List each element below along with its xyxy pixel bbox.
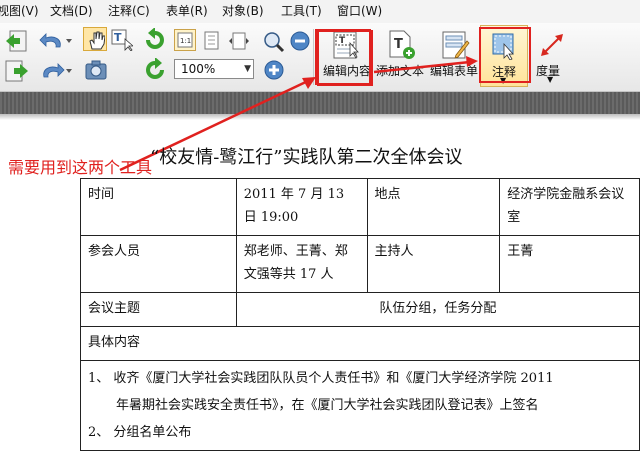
content-line: 2、 分组名单公布: [88, 425, 192, 440]
topic-value: 队伍分组，任务分配: [235, 292, 640, 327]
host-label: 主持人: [366, 235, 501, 293]
content-line: 年暑期社会实践安全责任书》，在《厦门大学社会实践团队登记表》上签名: [116, 398, 539, 413]
table-row: 具体内容: [80, 326, 640, 361]
content-line: 1、 收齐《厦门大学社会实践团队队员个人责任书》和《厦门大学经济学院 2011: [88, 371, 554, 386]
table-row: 时间 2011 年 7 月 13 日 19:00 地点 经济学院金融系会议室: [80, 178, 640, 236]
meeting-table: 时间 2011 年 7 月 13 日 19:00 地点 经济学院金融系会议室 参…: [80, 178, 640, 451]
attendees-value: 郑老师、王菁、郑文强等共 17 人: [235, 235, 368, 293]
document-title: “校友情-鹭江行”实践队第二次全体会议: [150, 147, 463, 168]
content-body: 1、 收齐《厦门大学社会实践团队队员个人责任书》和《厦门大学经济学院 2011 …: [80, 360, 640, 451]
host-value: 王菁: [499, 235, 640, 293]
annotation-text: 需要用到这两个工具: [8, 158, 153, 177]
place-label: 地点: [366, 178, 501, 236]
table-row: 参会人员 郑老师、王菁、郑文强等共 17 人 主持人 王菁: [80, 235, 640, 293]
topic-label: 会议主题: [80, 292, 237, 327]
time-value: 2011 年 7 月 13 日 19:00: [235, 178, 368, 236]
place-value: 经济学院金融系会议室: [499, 178, 640, 236]
table-row: 会议主题 队伍分组，任务分配: [80, 292, 640, 327]
time-label: 时间: [80, 178, 237, 236]
attendees-label: 参会人员: [80, 235, 237, 293]
table-row: 1、 收齐《厦门大学社会实践团队队员个人责任书》和《厦门大学经济学院 2011 …: [80, 360, 640, 451]
content-label: 具体内容: [80, 326, 640, 361]
